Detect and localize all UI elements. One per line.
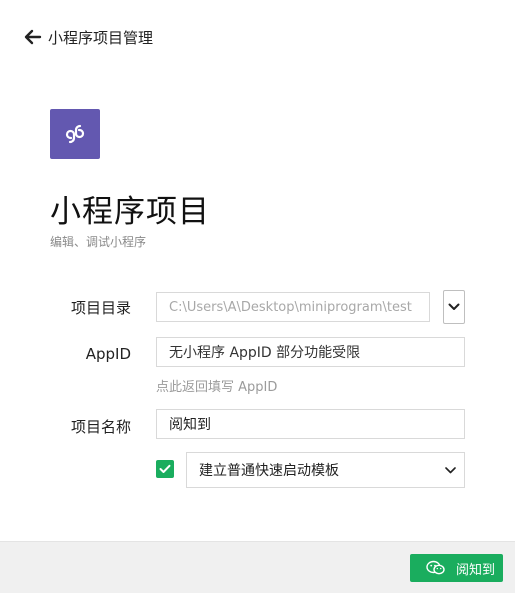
- project-name-field[interactable]: 阅知到: [156, 409, 465, 439]
- page-title: 小程序项目: [50, 194, 210, 230]
- arrow-left-icon: [24, 29, 42, 45]
- template-select-value: 建立普通快速启动模板: [199, 463, 339, 479]
- check-icon: [159, 464, 171, 473]
- project-name-label: 项目名称: [70, 418, 131, 436]
- back-link[interactable]: 小程序项目管理: [24, 26, 153, 48]
- appid-label: AppID: [85, 345, 131, 363]
- page-subtitle: 编辑、调试小程序: [50, 235, 147, 249]
- directory-label: 项目目录: [70, 299, 131, 317]
- appid-field[interactable]: 无小程序 AppID 部分功能受限: [156, 337, 465, 367]
- template-checkbox[interactable]: [156, 460, 174, 478]
- directory-field[interactable]: C:\Users\A\Desktop\miniprogram\test: [156, 292, 430, 322]
- template-select[interactable]: 建立普通快速启动模板: [186, 452, 465, 488]
- confirm-button[interactable]: 阅知到: [410, 554, 503, 582]
- directory-dropdown-button[interactable]: [443, 290, 465, 324]
- chevron-down-icon: [445, 467, 456, 474]
- appid-hint-link[interactable]: 点此返回填写 AppID: [156, 376, 277, 395]
- miniprogram-logo: [50, 109, 100, 159]
- back-link-label: 小程序项目管理: [48, 28, 154, 47]
- chevron-down-icon: [448, 303, 460, 310]
- wechat-icon: [426, 560, 445, 575]
- confirm-button-label: 阅知到: [455, 562, 495, 578]
- miniprogram-logo-icon: [65, 124, 85, 144]
